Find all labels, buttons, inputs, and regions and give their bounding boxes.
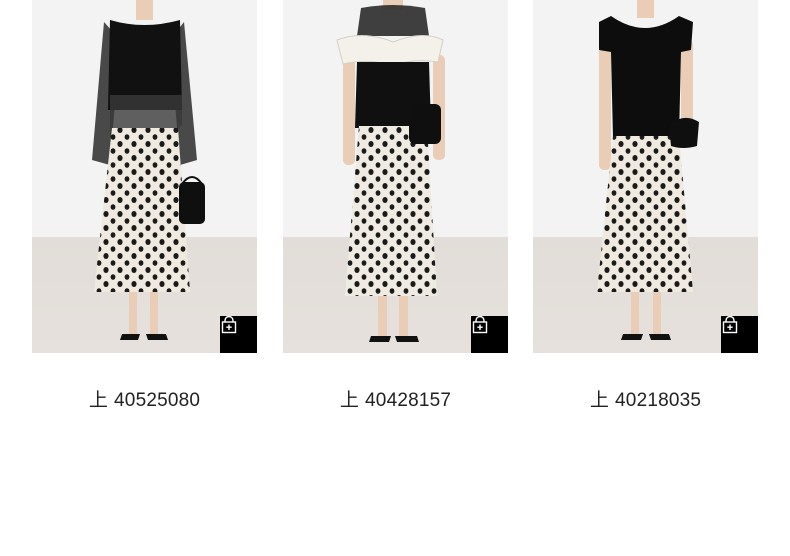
product-code-label[interactable]: 上 40525080: [32, 385, 257, 412]
product-image[interactable]: [283, 0, 508, 353]
add-to-cart-button[interactable]: [220, 316, 257, 353]
product-code-label[interactable]: 上 40428157: [283, 385, 508, 412]
product-card[interactable]: 上 40218035: [533, 0, 758, 411]
model-photo: [597, 0, 699, 340]
product-code: 40428157: [365, 390, 452, 411]
product-prefix: 上: [88, 390, 109, 411]
product-prefix: 上: [339, 390, 360, 411]
product-image[interactable]: [32, 0, 257, 353]
product-image[interactable]: [533, 0, 758, 353]
product-grid: 上 40525080 上 40428157 上 40218035: [0, 0, 790, 556]
add-to-cart-button[interactable]: [721, 316, 758, 353]
model-photo: [336, 0, 445, 342]
product-code: 40218035: [615, 390, 702, 411]
product-card[interactable]: 上 40525080: [32, 0, 257, 411]
add-to-cart-button[interactable]: [471, 316, 508, 353]
product-code: 40525080: [114, 390, 201, 411]
product-prefix: 上: [589, 390, 610, 411]
shopping-bag-plus-icon: [722, 316, 738, 334]
shopping-bag-plus-icon: [221, 316, 237, 334]
product-code-label[interactable]: 上 40218035: [533, 385, 758, 412]
product-card[interactable]: 上 40428157: [283, 0, 508, 411]
model-photo: [92, 0, 205, 340]
shopping-bag-plus-icon: [472, 316, 488, 334]
